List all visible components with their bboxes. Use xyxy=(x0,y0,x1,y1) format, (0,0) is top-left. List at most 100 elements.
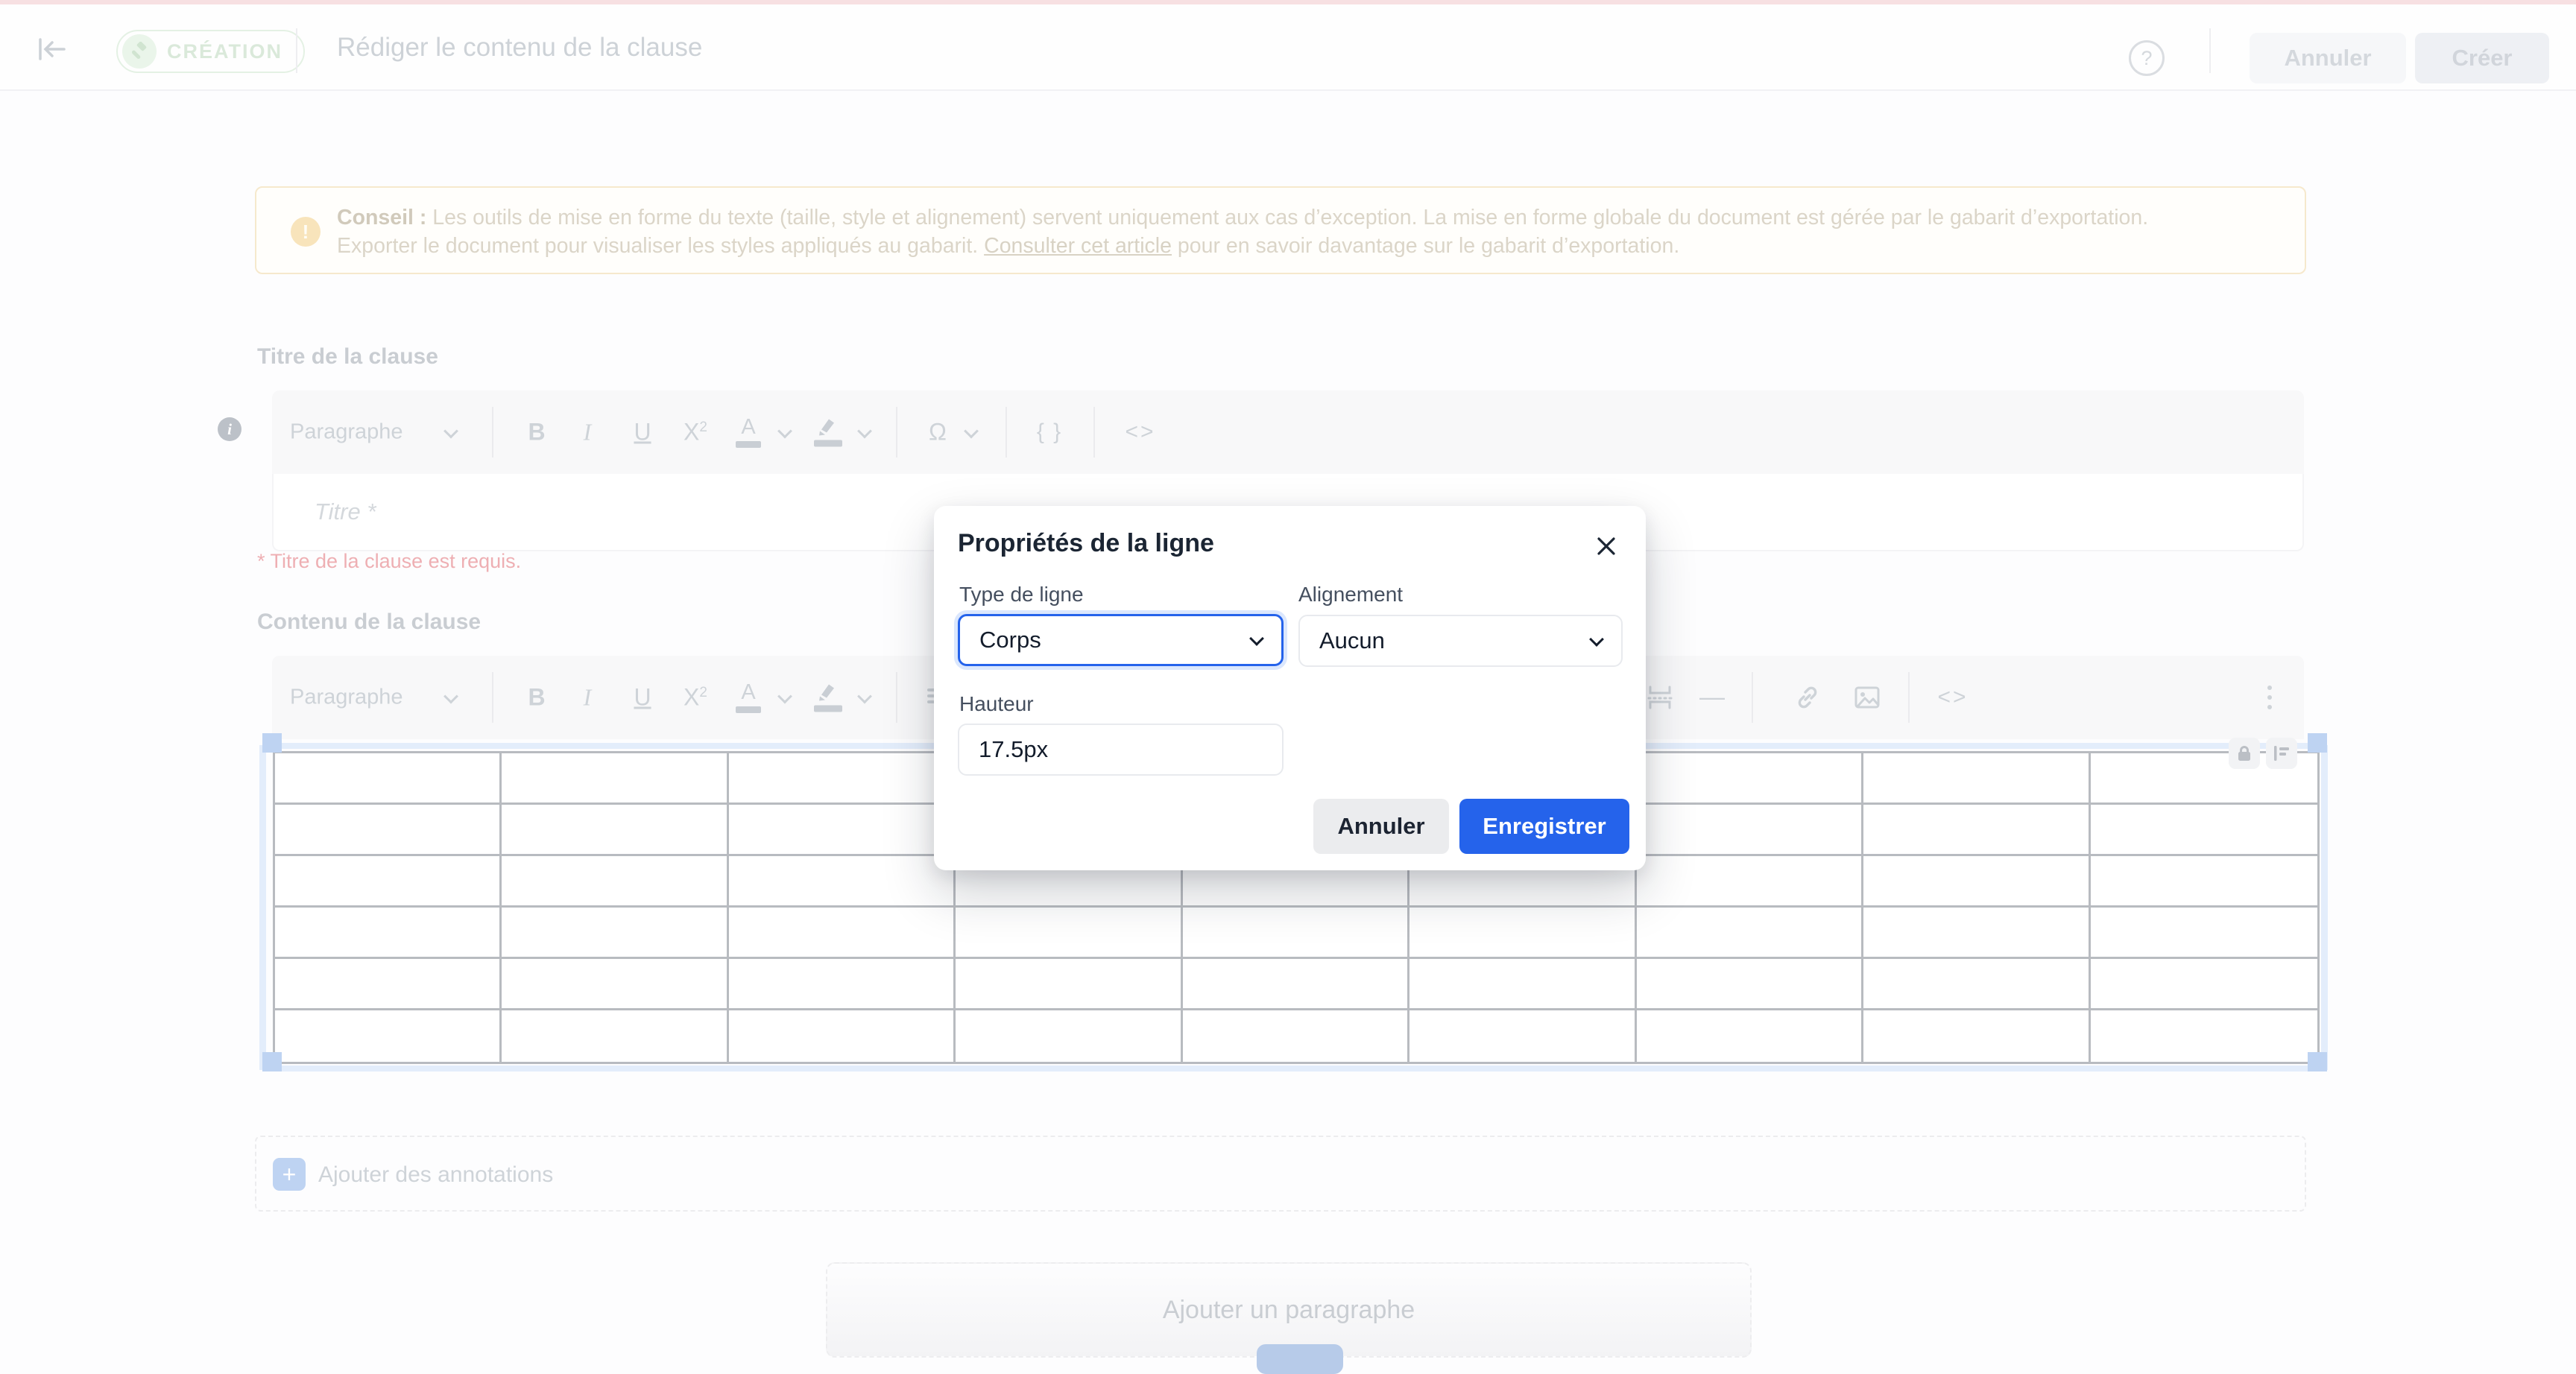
table-cell[interactable] xyxy=(2091,805,2317,856)
chevron-down-icon[interactable] xyxy=(777,689,792,704)
chevron-down-icon[interactable] xyxy=(443,689,458,704)
underline-button[interactable]: U xyxy=(634,684,651,712)
lock-icon xyxy=(2236,744,2253,762)
table-cell[interactable] xyxy=(1409,1010,1636,1062)
creation-badge-label: CRÉATION xyxy=(167,40,282,63)
table-cell[interactable] xyxy=(1183,1010,1409,1062)
source-code-button[interactable]: <> xyxy=(1937,685,1968,710)
table-cell[interactable] xyxy=(729,1010,956,1062)
table-cell[interactable] xyxy=(1637,1010,1863,1062)
plus-icon: + xyxy=(273,1158,306,1191)
table-properties-button[interactable] xyxy=(2266,738,2297,769)
table-cell[interactable] xyxy=(2091,1010,2317,1062)
table-lock-button[interactable] xyxy=(2229,738,2260,769)
modal-save-button[interactable]: Enregistrer xyxy=(1459,799,1629,854)
superscript-button[interactable]: X2 xyxy=(684,419,707,446)
create-button[interactable]: Créer xyxy=(2415,33,2549,83)
paragraph-style-select[interactable]: Paragraphe xyxy=(290,686,403,710)
add-paragraph-button[interactable]: Ajouter un paragraphe xyxy=(826,1262,1752,1358)
table-cell[interactable] xyxy=(2091,856,2317,908)
table-cell[interactable] xyxy=(1637,805,1863,856)
table-resize-handle-bottom-right[interactable] xyxy=(2308,1052,2327,1071)
bold-button[interactable]: B xyxy=(528,684,545,712)
table-cell[interactable] xyxy=(502,753,728,805)
italic-button[interactable]: I xyxy=(584,419,592,446)
table-cell[interactable] xyxy=(956,908,1182,959)
bold-button[interactable]: B xyxy=(528,419,545,446)
table-cell[interactable] xyxy=(1863,856,2090,908)
variable-button[interactable]: { } xyxy=(1037,420,1062,445)
table-cell[interactable] xyxy=(956,1010,1182,1062)
table-cell[interactable] xyxy=(729,856,956,908)
table-cell[interactable] xyxy=(502,805,728,856)
table-cell[interactable] xyxy=(1863,753,2090,805)
table-cell[interactable] xyxy=(275,856,502,908)
close-button[interactable] xyxy=(1590,530,1623,563)
chevron-down-icon[interactable] xyxy=(443,424,458,439)
chevron-down-icon[interactable] xyxy=(857,689,872,704)
table-cell[interactable] xyxy=(2091,959,2317,1010)
table-cell[interactable] xyxy=(1863,1010,2090,1062)
font-color-button[interactable]: A xyxy=(736,417,761,448)
bottom-action-pill[interactable] xyxy=(1257,1344,1343,1374)
chevron-down-icon[interactable] xyxy=(964,424,979,439)
source-code-button[interactable]: <> xyxy=(1125,420,1155,445)
table-resize-handle-top-right[interactable] xyxy=(2308,733,2327,753)
table-cell[interactable] xyxy=(1183,959,1409,1010)
table-cell[interactable] xyxy=(729,805,956,856)
table-cell[interactable] xyxy=(729,753,956,805)
collapse-sidebar-button[interactable] xyxy=(33,30,72,69)
height-input[interactable] xyxy=(958,724,1284,776)
page-break-button[interactable] xyxy=(1647,686,1673,709)
close-icon xyxy=(1596,536,1617,557)
table-cell[interactable] xyxy=(275,959,502,1010)
table-cell[interactable] xyxy=(1637,908,1863,959)
toolbar-divider xyxy=(492,672,493,723)
chevron-down-icon[interactable] xyxy=(857,424,872,439)
table-cell[interactable] xyxy=(502,1010,728,1062)
table-cell[interactable] xyxy=(1183,908,1409,959)
horizontal-rule-button[interactable]: — xyxy=(1699,683,1725,712)
table-resize-handle-bottom-left[interactable] xyxy=(262,1052,282,1071)
cancel-button[interactable]: Annuler xyxy=(2250,33,2406,83)
table-cell[interactable] xyxy=(502,959,728,1010)
italic-button[interactable]: I xyxy=(584,684,592,712)
add-annotations-area[interactable]: + Ajouter des annotations xyxy=(255,1136,2306,1212)
table-cell[interactable] xyxy=(275,908,502,959)
article-link[interactable]: Consulter cet article xyxy=(984,234,1172,258)
chevron-down-icon[interactable] xyxy=(777,424,792,439)
table-resize-handle-top-left[interactable] xyxy=(262,733,282,753)
table-cell[interactable] xyxy=(956,959,1182,1010)
modal-cancel-button[interactable]: Annuler xyxy=(1313,799,1449,854)
underline-button[interactable]: U xyxy=(634,419,651,446)
more-options-button[interactable] xyxy=(2267,686,2272,709)
row-type-select[interactable]: Corps xyxy=(958,614,1284,666)
highlight-button[interactable] xyxy=(814,683,842,712)
font-color-button[interactable]: A xyxy=(736,682,761,713)
image-button[interactable] xyxy=(1854,686,1880,709)
table-cell[interactable] xyxy=(729,908,956,959)
table-cell[interactable] xyxy=(729,959,956,1010)
table-cell[interactable] xyxy=(502,908,728,959)
table-cell[interactable] xyxy=(1637,856,1863,908)
special-char-button[interactable]: Ω xyxy=(929,419,947,446)
table-cell[interactable] xyxy=(275,1010,502,1062)
table-cell[interactable] xyxy=(275,805,502,856)
superscript-button[interactable]: X2 xyxy=(684,684,707,712)
table-cell[interactable] xyxy=(2091,908,2317,959)
table-cell[interactable] xyxy=(1863,908,2090,959)
table-cell[interactable] xyxy=(275,753,502,805)
help-button[interactable]: ? xyxy=(2129,40,2165,76)
table-cell[interactable] xyxy=(502,856,728,908)
table-cell[interactable] xyxy=(1863,959,2090,1010)
table-cell[interactable] xyxy=(1409,959,1636,1010)
table-cell[interactable] xyxy=(1409,908,1636,959)
alignment-select[interactable]: Aucun xyxy=(1298,615,1623,667)
link-button[interactable] xyxy=(1796,686,1819,709)
table-cell[interactable] xyxy=(1863,805,2090,856)
highlight-button[interactable] xyxy=(814,418,842,447)
table-cell[interactable] xyxy=(1637,959,1863,1010)
paragraph-style-select[interactable]: Paragraphe xyxy=(290,420,403,445)
table-cell[interactable] xyxy=(1637,753,1863,805)
title-error-message: * Titre de la clause est requis. xyxy=(257,550,521,573)
